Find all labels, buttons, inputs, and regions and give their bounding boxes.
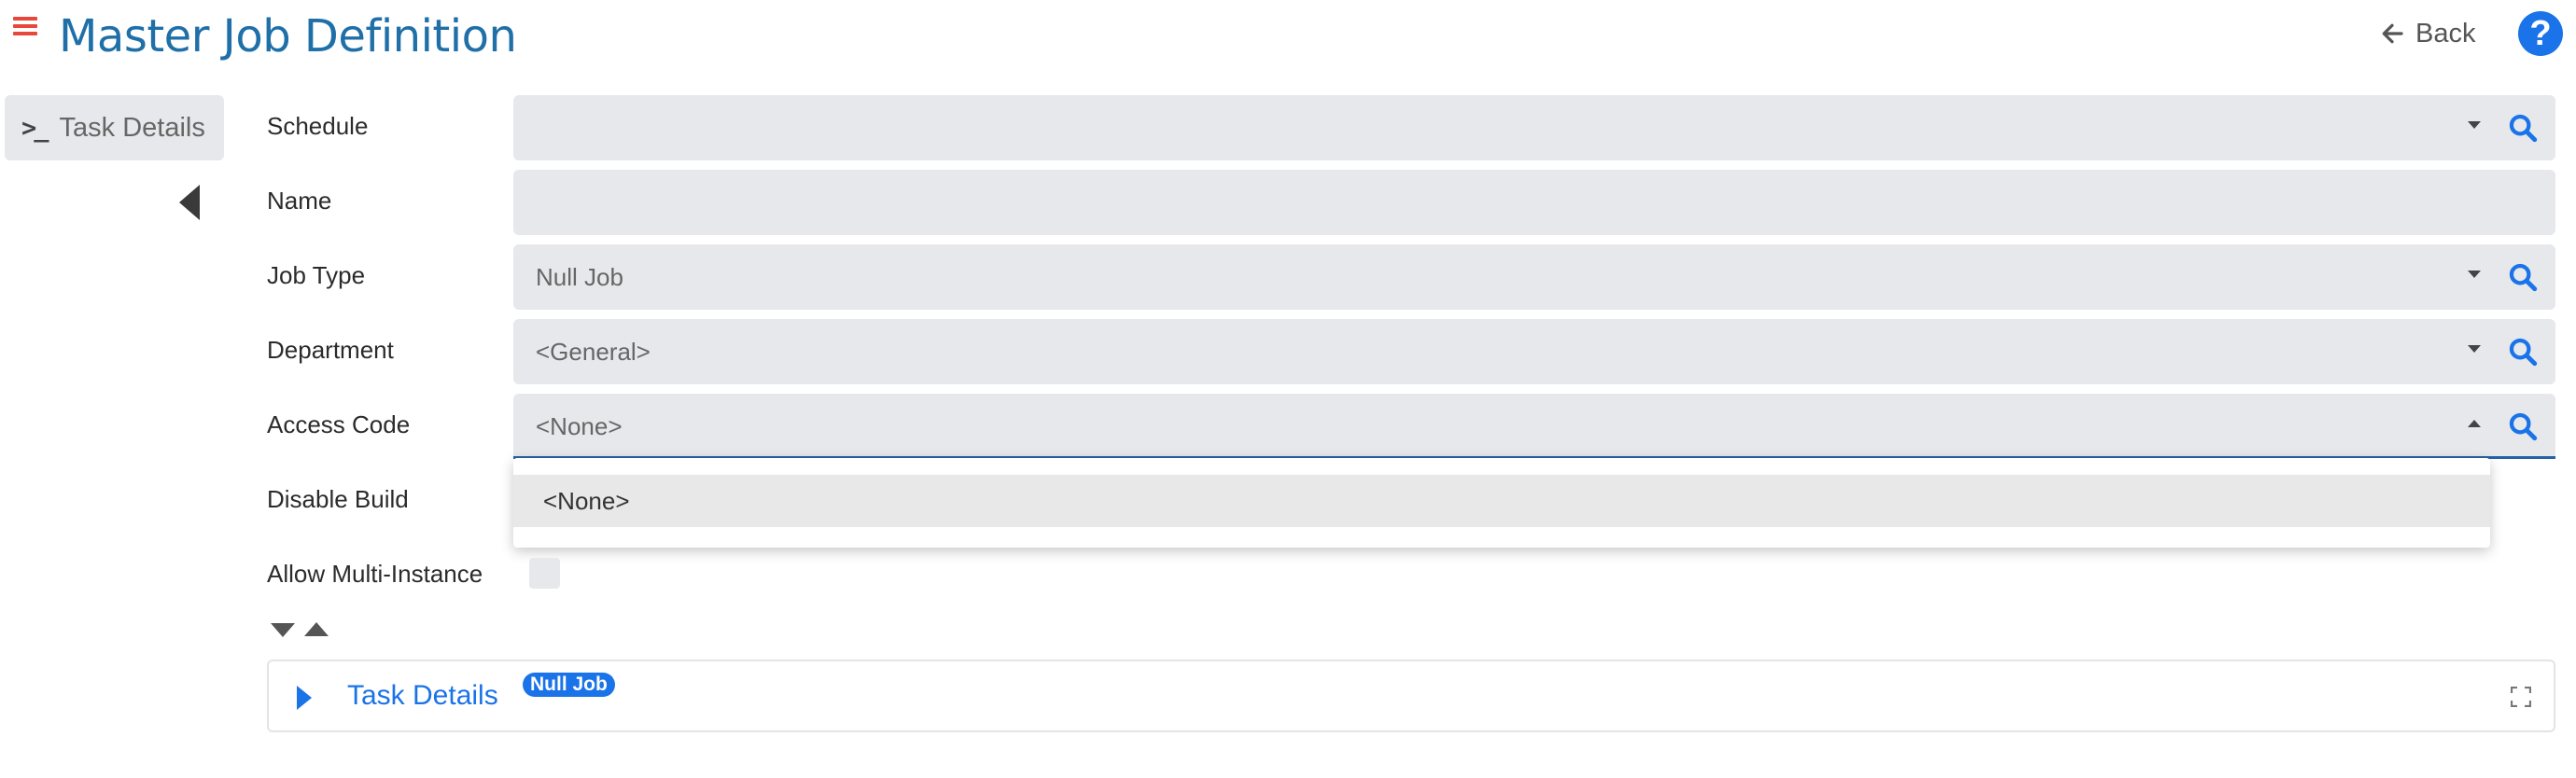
job-type-select[interactable]: Null Job — [513, 244, 2555, 310]
name-label: Name — [267, 187, 332, 215]
expand-all-icon[interactable] — [271, 623, 295, 637]
access-code-label: Access Code — [267, 410, 411, 438]
department-select[interactable]: <General> — [513, 319, 2555, 384]
collapse-all-icon[interactable] — [304, 622, 329, 636]
job-type-label: Job Type — [267, 261, 366, 289]
job-type-badge: Null Job — [523, 673, 615, 697]
schedule-label: Schedule — [267, 112, 369, 140]
search-icon[interactable] — [2507, 261, 2539, 293]
arrow-left-icon — [2382, 23, 2403, 44]
collapse-sidebar-icon[interactable] — [179, 185, 200, 220]
dropdown-option[interactable]: <None> — [513, 475, 2490, 527]
task-details-panel: Task Details Null Job — [267, 660, 2555, 732]
sidebar-tab-task-details[interactable]: >_ Task Details — [5, 95, 224, 160]
terminal-icon: >_ — [21, 113, 49, 143]
job-type-value: Null Job — [536, 263, 623, 291]
chevron-down-icon[interactable] — [2468, 121, 2481, 129]
schedule-select[interactable] — [513, 95, 2555, 160]
search-icon[interactable] — [2507, 112, 2539, 144]
chevron-down-icon[interactable] — [2468, 345, 2481, 353]
menu-icon[interactable] — [13, 17, 37, 35]
name-input[interactable] — [513, 170, 2555, 235]
search-icon[interactable] — [2507, 410, 2539, 442]
task-details-title[interactable]: Task Details — [347, 661, 498, 730]
access-code-dropdown: <None> — [513, 458, 2490, 548]
page-title: Master Job Definition — [59, 10, 517, 63]
chevron-down-icon[interactable] — [2468, 271, 2481, 278]
search-icon[interactable] — [2507, 336, 2539, 368]
disable-build-label: Disable Build — [267, 485, 409, 513]
back-button[interactable]: Back — [2378, 15, 2475, 52]
help-icon[interactable]: ? — [2518, 11, 2563, 56]
allow-multi-instance-checkbox[interactable] — [529, 558, 560, 589]
chevron-up-icon[interactable] — [2468, 420, 2481, 427]
allow-multi-instance-label: Allow Multi-Instance — [267, 560, 483, 588]
department-value: <General> — [536, 338, 651, 366]
expand-panel-icon[interactable] — [297, 686, 312, 710]
department-label: Department — [267, 336, 394, 364]
sidebar-tab-label: Task Details — [59, 112, 205, 143]
back-label: Back — [2415, 18, 2476, 49]
fullscreen-icon[interactable] — [2511, 687, 2531, 707]
access-code-value: <None> — [536, 412, 623, 440]
access-code-select[interactable]: <None> — [513, 394, 2555, 459]
